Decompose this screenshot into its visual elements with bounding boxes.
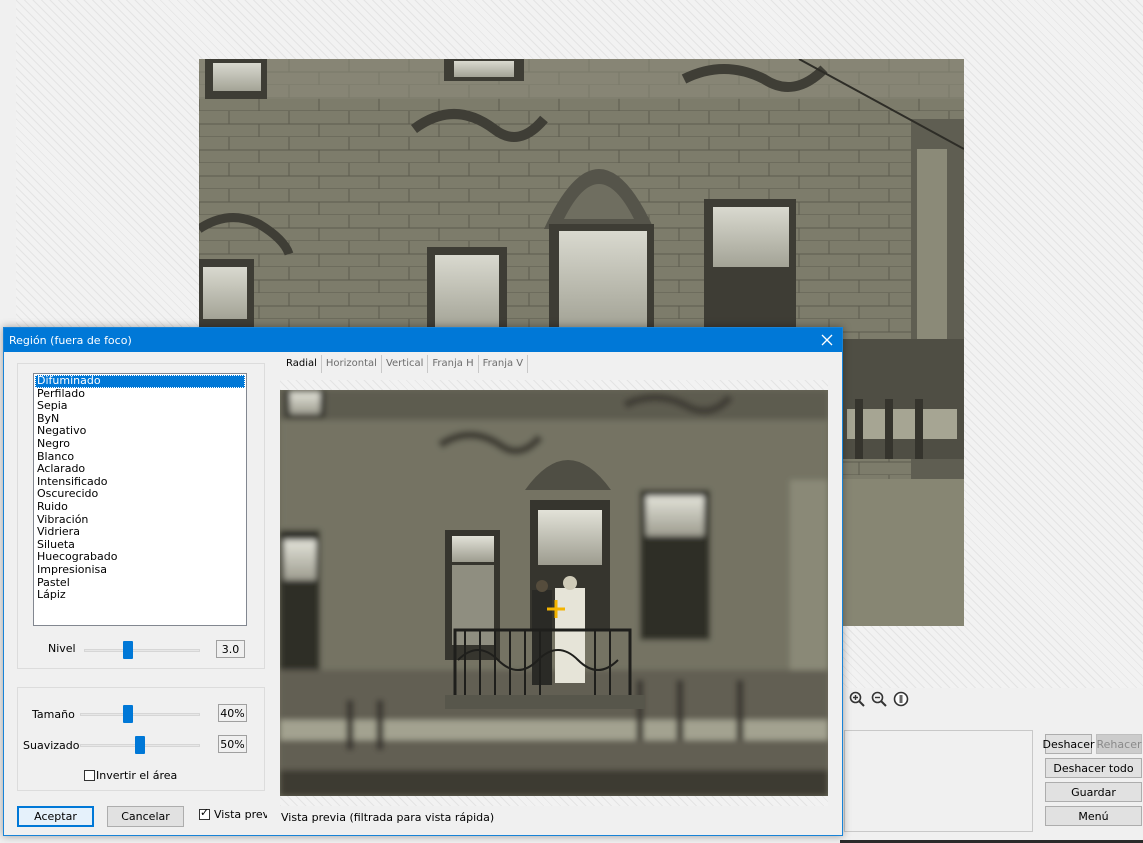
effect-list-item[interactable]: Aclarado <box>35 463 245 476</box>
effect-list-item[interactable]: Sepia <box>35 400 245 413</box>
size-label: Tamaño <box>32 708 75 721</box>
size-slider-track[interactable] <box>80 713 200 716</box>
zoom-in-icon[interactable] <box>848 690 866 708</box>
effect-list-item[interactable]: Lápiz <box>35 588 245 602</box>
check-icon: ✓ <box>200 806 210 819</box>
dialog-title: Región (fuera de foco) <box>9 333 132 347</box>
cancel-button[interactable]: Cancelar <box>107 806 184 827</box>
level-slider-thumb[interactable] <box>123 641 134 659</box>
effect-list-item[interactable]: Impresionisa <box>35 563 245 577</box>
zoom-toolbar <box>848 690 910 708</box>
invert-area-checkbox[interactable] <box>84 770 95 781</box>
invert-area-label: Invertir el área <box>96 769 178 782</box>
smooth-label: Suavizado <box>23 739 80 752</box>
smooth-slider-thumb[interactable] <box>135 736 145 754</box>
undo-all-button[interactable]: Deshacer todo <box>1045 758 1142 778</box>
info-icon[interactable] <box>892 690 910 708</box>
level-slider-track[interactable] <box>84 649 200 652</box>
preview-caption: Vista previa (filtrada para vista rápida… <box>281 811 495 824</box>
preview-area <box>280 380 828 806</box>
tab-horizontal[interactable]: Horizontal <box>322 355 382 373</box>
dialog-titlebar[interactable]: Región (fuera de foco) <box>4 328 842 352</box>
effect-list-item[interactable]: Negro <box>35 437 245 451</box>
zoom-out-icon[interactable] <box>870 690 888 708</box>
info-panel <box>844 730 1033 832</box>
preview-checkbox[interactable]: ✓ <box>199 806 210 820</box>
undo-button[interactable]: Deshacer <box>1042 734 1095 754</box>
region-dialog: Región (fuera de foco) Difuminado Perfila… <box>3 327 843 836</box>
preview-image[interactable] <box>280 390 828 796</box>
size-slider-thumb[interactable] <box>123 705 133 723</box>
effect-list-item[interactable]: Vidriera <box>35 526 245 539</box>
tab-franja-v[interactable]: Franja V <box>479 355 529 373</box>
menu-button[interactable]: Menú <box>1045 806 1142 826</box>
effect-list-item[interactable]: Pastel <box>35 576 245 590</box>
size-value[interactable]: 40% <box>218 704 247 722</box>
tab-vertical[interactable]: Vertical <box>382 355 429 373</box>
smooth-value[interactable]: 50% <box>218 735 247 753</box>
redo-button[interactable]: Rehacer <box>1096 734 1142 754</box>
effect-list-item[interactable]: Difuminado <box>35 374 245 388</box>
tab-franja-h[interactable]: Franja H <box>428 355 479 373</box>
save-button[interactable]: Guardar <box>1045 782 1142 802</box>
level-label: Nivel <box>48 642 76 655</box>
level-value[interactable]: 3.0 <box>216 640 245 658</box>
effect-list-item[interactable]: Ruido <box>35 500 245 514</box>
tab-radial[interactable]: Radial <box>282 355 322 373</box>
accept-button[interactable]: Aceptar <box>17 806 94 827</box>
shape-tabs: Radial Horizontal Vertical Franja H Franja V <box>282 355 529 375</box>
effect-listbox[interactable]: Difuminado Perfilado Sepia ByN Negativo Negro… <box>33 373 247 626</box>
close-icon[interactable] <box>812 328 842 352</box>
preview-checkbox-label: Vista previa <box>214 808 267 821</box>
